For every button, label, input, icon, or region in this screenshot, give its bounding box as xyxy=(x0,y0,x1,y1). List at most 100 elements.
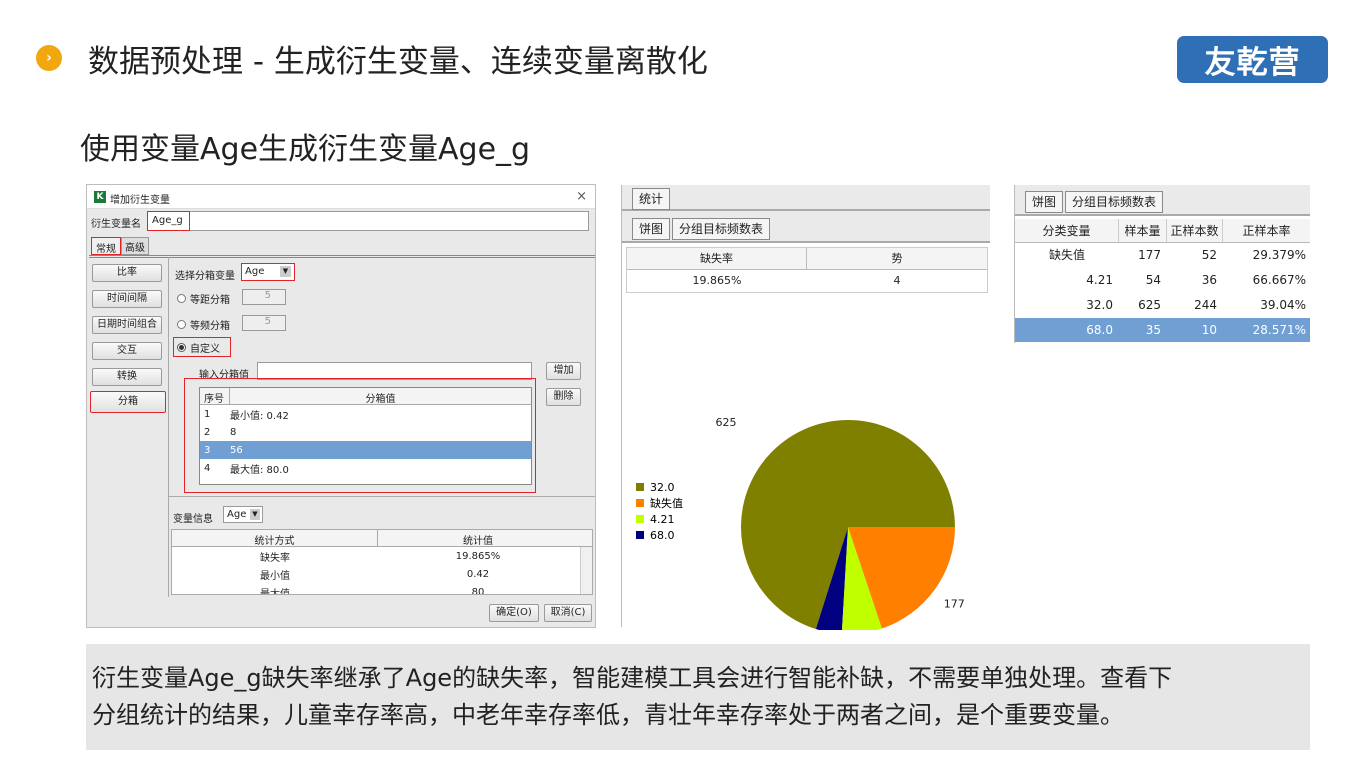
col-header: 势 xyxy=(891,252,903,265)
note-line: 衍生变量Age_g缺失率继承了Age的缺失率，智能建模工具会进行智能补缺，不需要… xyxy=(92,664,1173,692)
cell: 29.379% xyxy=(1252,248,1306,262)
option-equal-width[interactable]: 等距分箱 xyxy=(177,291,230,306)
bin-var-select[interactable]: Age ▼ xyxy=(241,263,295,281)
table-row[interactable]: 32.0 625 244 39.04% xyxy=(1015,293,1310,318)
add-button[interactable]: 增加 xyxy=(546,362,581,380)
side-button-binning[interactable]: 分箱 xyxy=(90,391,166,413)
cell: 缺失值 xyxy=(1049,248,1086,262)
equal-freq-spinner[interactable]: 5 xyxy=(242,315,286,331)
table-row[interactable]: 4 最大值: 80.0 xyxy=(200,459,531,477)
legend-swatch xyxy=(636,483,644,491)
side-divider xyxy=(168,257,169,597)
tab-advanced[interactable]: 高级 xyxy=(121,237,149,255)
derive-variable-dialog: K 增加衍生变量 × 衍生变量名 Age_g 常规 高级 比率 时间间隔 日期时… xyxy=(86,184,596,628)
bin-var-value: Age xyxy=(245,266,265,277)
delete-button[interactable]: 删除 xyxy=(546,388,581,406)
equal-width-spinner[interactable]: 5 xyxy=(242,289,286,305)
table-row-selected[interactable]: 68.0 35 10 28.571% xyxy=(1015,318,1310,342)
row-no: 4 xyxy=(204,462,211,474)
cell: 35 xyxy=(1145,323,1161,337)
pie-data-label: 177 xyxy=(944,598,965,611)
legend-swatch xyxy=(636,499,644,507)
table-row[interactable]: 28 xyxy=(200,423,531,441)
row-no: 2 xyxy=(204,426,211,438)
close-icon[interactable]: × xyxy=(576,189,587,204)
ok-button[interactable]: 确定(O) xyxy=(489,604,539,622)
tab-statistics[interactable]: 统计 xyxy=(632,188,671,210)
cell: 10 xyxy=(1201,323,1217,337)
slide-subtitle: 使用变量Age生成衍生变量Age_g xyxy=(80,132,531,167)
stats-panel: 统计 饼图 分组目标频数表 缺失率 势 19.865% 4 6253554177… xyxy=(621,185,990,630)
freq-panel: 饼图 分组目标频数表 分类变量 样本量 正样本数 正样本率 缺失值 177 52… xyxy=(1014,185,1310,343)
option-label: 自定义 xyxy=(190,343,220,355)
tab-bar: 常规 高级 xyxy=(91,237,151,255)
chevron-down-icon: ▼ xyxy=(280,266,291,277)
freq-table: 分类变量 样本量 正样本数 正样本率 缺失值 177 52 29.379% 4.… xyxy=(1015,219,1310,342)
option-label: 等距分箱 xyxy=(190,295,230,306)
legend-label: 68.0 xyxy=(650,529,675,542)
slide-title: 数据预处理 - 生成衍生变量、连续变量离散化 xyxy=(88,44,708,80)
dialog-title: 增加衍生变量 xyxy=(110,195,170,206)
tab-freq-table[interactable]: 分组目标频数表 xyxy=(672,218,771,240)
cell: 66.667% xyxy=(1252,273,1306,287)
table-row-selected[interactable]: 3 56 xyxy=(200,441,531,459)
stat-value: 80 xyxy=(471,586,485,595)
col-header: 分箱值 xyxy=(365,394,396,405)
radio-icon xyxy=(177,320,186,329)
col-header: 统计方式 xyxy=(172,530,378,547)
chart-tab-bar: 饼图 分组目标频数表 xyxy=(622,211,990,243)
side-button-interval[interactable]: 时间间隔 xyxy=(92,290,162,308)
bullet-chevron-icon: › xyxy=(36,45,62,71)
missing-rate-value: 19.865% xyxy=(692,274,742,287)
var-info-label: 变量信息 xyxy=(173,514,213,525)
bins-header: 序号 分箱值 xyxy=(200,388,531,405)
option-equal-freq[interactable]: 等频分箱 xyxy=(177,317,230,332)
side-button-transform[interactable]: 转换 xyxy=(92,368,162,386)
tab-general[interactable]: 常规 xyxy=(91,237,121,255)
radio-icon xyxy=(177,294,186,303)
cancel-button[interactable]: 取消(C) xyxy=(544,604,592,622)
stat-key: 缺失率 xyxy=(260,552,290,564)
table-row[interactable]: 1 最小值: 0.42 xyxy=(200,405,531,423)
stat-key: 最小值 xyxy=(260,570,290,582)
cell: 52 xyxy=(1201,248,1217,262)
option-custom[interactable]: 自定义 xyxy=(173,337,231,357)
radio-selected-icon xyxy=(177,342,186,352)
tab-pie[interactable]: 饼图 xyxy=(632,218,671,240)
col-header: 正样本数 xyxy=(1167,219,1223,242)
name-input[interactable] xyxy=(147,211,589,231)
stat-key: 最大值 xyxy=(260,588,290,595)
note-line: 分组统计的结果，儿童幸存率高，中老年幸存率低，青壮年幸存率处于两者之间，是个重要… xyxy=(92,701,1124,729)
var-info-select[interactable]: Age ▼ xyxy=(223,506,263,523)
side-button-interaction[interactable]: 交互 xyxy=(92,342,162,360)
name-label: 衍生变量名 xyxy=(91,219,141,230)
cardinality-value: 4 xyxy=(893,274,901,287)
table-row[interactable]: 缺失值 177 52 29.379% xyxy=(1015,243,1310,268)
option-label: 等频分箱 xyxy=(190,321,230,332)
app-icon: K xyxy=(94,191,106,203)
split-divider[interactable] xyxy=(169,496,595,497)
scrollbar[interactable] xyxy=(580,547,592,594)
row-no: 1 xyxy=(204,408,211,420)
tab-freq-table[interactable]: 分组目标频数表 xyxy=(1065,191,1164,213)
pie-chart: 6253554177 32.0缺失值4.2168.0 xyxy=(636,416,965,630)
row-val: 56 xyxy=(230,444,243,456)
cell: 28.571% xyxy=(1252,323,1306,337)
side-button-ratio[interactable]: 比率 xyxy=(92,264,162,282)
chevron-down-icon: ▼ xyxy=(250,509,260,520)
table-header: 分类变量 样本量 正样本数 正样本率 xyxy=(1015,219,1310,243)
cell: 39.04% xyxy=(1260,298,1306,312)
table-row[interactable]: 4.21 54 36 66.667% xyxy=(1015,268,1310,293)
table-row: 最小值 0.42 xyxy=(172,565,592,583)
pie-data-label: 625 xyxy=(716,416,737,429)
col-header: 正样本率 xyxy=(1242,224,1291,238)
tab-pie[interactable]: 饼图 xyxy=(1025,191,1064,213)
col-header: 缺失率 xyxy=(627,248,807,269)
stat-value: 19.865% xyxy=(455,550,501,562)
side-button-datetime[interactable]: 日期时间组合 xyxy=(92,316,162,334)
stats-header: 统计方式 统计值 xyxy=(172,530,592,547)
cell: 36 xyxy=(1201,273,1217,287)
cell: 68.0 xyxy=(1086,323,1113,337)
missing-rate-table: 缺失率 势 19.865% 4 xyxy=(626,247,988,293)
cell: 244 xyxy=(1194,298,1217,312)
